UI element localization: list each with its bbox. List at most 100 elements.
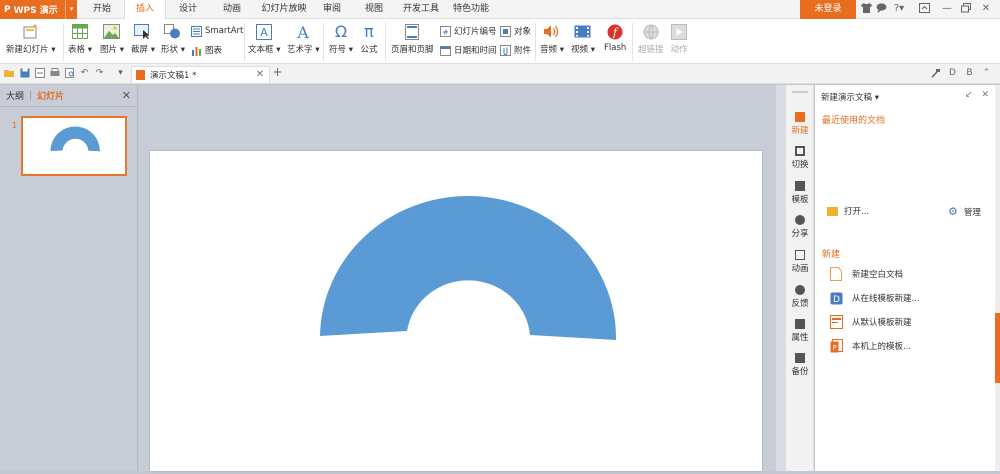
maximize-icon[interactable] [960, 3, 972, 15]
document-tab[interactable]: 演示文稿1 * ✕ [131, 66, 270, 83]
app-menu-button[interactable]: P WPS 演示 ▾ [0, 0, 77, 19]
screenshot-icon [134, 23, 152, 40]
object-button[interactable]: 对象 [500, 24, 531, 38]
vertical-scrollbar[interactable] [776, 85, 786, 471]
wordart-button[interactable]: A 艺术字 ▾ [287, 23, 319, 56]
tab-design[interactable]: 设计 [168, 0, 208, 19]
tab-home[interactable]: 开始 [82, 0, 122, 19]
hammer-icon[interactable] [930, 68, 941, 79]
help-icon[interactable]: ?▾ [891, 3, 907, 15]
chart-button[interactable]: 图表 [191, 43, 222, 57]
new-blank-document-button[interactable]: 新建空白文档 [829, 267, 903, 281]
letter-d-icon[interactable]: D [947, 68, 958, 79]
title-bar: P WPS 演示 ▾ 开始 插入 设计 动画 幻灯片放映 审阅 视图 开发工具 … [0, 0, 1000, 20]
tab-insert[interactable]: 插入 [124, 0, 166, 20]
audio-button[interactable]: 音频 ▾ [540, 23, 564, 55]
slide-thumbnail[interactable] [21, 116, 127, 176]
action-button[interactable]: 动作 [670, 23, 688, 55]
sidebar-item-new[interactable]: 新建 [786, 112, 814, 136]
ribbon-separator [244, 23, 245, 61]
film-icon [574, 23, 592, 40]
wordart-icon: A [294, 23, 312, 40]
new-from-online-template-button[interactable]: D 从在线模板新建... [829, 291, 920, 305]
block-arc-shape[interactable] [150, 151, 762, 471]
open-folder-icon[interactable] [4, 68, 15, 79]
svg-text:A: A [260, 26, 268, 39]
collapse-ribbon-icon[interactable]: ⌃ [981, 68, 992, 79]
tab-view[interactable]: 视图 [356, 0, 392, 19]
close-icon[interactable]: ✕ [980, 3, 992, 15]
smartart-button[interactable]: SmartArt [191, 24, 243, 38]
letter-b-icon[interactable]: B [964, 68, 975, 79]
hyperlink-label: 超链接 [638, 45, 664, 55]
table-button[interactable]: 表格 ▾ [68, 23, 92, 55]
minimize-icon[interactable]: — [941, 3, 953, 15]
print-preview-icon[interactable] [64, 68, 75, 79]
slide-canvas[interactable] [150, 151, 762, 471]
screenshot-button[interactable]: 截屏 ▾ [131, 23, 155, 55]
task-pane-scrollbar[interactable] [995, 85, 1000, 471]
local-templates-button[interactable]: P 本机上的模板... [829, 339, 911, 353]
sidebar-item-share[interactable]: 分享 [786, 215, 814, 239]
print-icon[interactable] [49, 68, 60, 79]
login-button[interactable]: 未登录 [800, 0, 856, 19]
restore-ribbon-icon[interactable] [918, 3, 930, 15]
new-from-default-template-button[interactable]: 从默认模板新建 [829, 315, 912, 329]
new-slide-button[interactable]: 新建幻灯片 ▾ [6, 23, 55, 55]
formula-button[interactable]: π 公式 [360, 22, 378, 55]
picture-button[interactable]: 图片 ▾ [100, 23, 124, 55]
shape-button[interactable]: 形状 ▾ [161, 23, 185, 55]
sidebar-item-animation[interactable]: 动画 [786, 250, 814, 274]
redo-icon[interactable]: ↷ [94, 68, 105, 79]
open-button[interactable]: 打开... [827, 205, 869, 217]
sidebar-item-backup[interactable]: 备份 [786, 353, 814, 377]
symbol-button[interactable]: Ω 符号 ▾ [329, 22, 353, 55]
tab-review[interactable]: 审阅 [314, 0, 350, 19]
manage-button[interactable]: ⚙ 管理 [948, 205, 981, 218]
gear-icon: ⚙ [948, 205, 958, 218]
attachment-button[interactable]: 附件 [500, 43, 531, 57]
slide-number-button[interactable]: # 幻灯片编号 [440, 24, 497, 38]
shirt-icon[interactable] [860, 3, 872, 15]
date-time-button[interactable]: 日期和时间 [440, 43, 497, 57]
slides-tab[interactable]: 幻灯片 [37, 89, 64, 102]
flash-button[interactable]: f Flash [604, 23, 626, 53]
pane-close-icon[interactable]: ✕ [981, 90, 989, 100]
new-slide-label: 新建幻灯片 [6, 45, 49, 55]
tab-developer[interactable]: 开发工具 [398, 0, 444, 19]
play-action-icon [670, 23, 688, 40]
task-pane-scroll-thumb[interactable] [995, 313, 1000, 383]
document-close-icon[interactable]: ✕ [256, 69, 264, 80]
tab-animation[interactable]: 动画 [212, 0, 252, 19]
new-tab-icon[interactable]: + [272, 66, 283, 78]
sidebar-item-properties[interactable]: 属性 [786, 319, 814, 343]
outline-tab[interactable]: 大纲 [6, 89, 24, 102]
panel-close-icon[interactable]: ✕ [122, 89, 131, 102]
blank-document-icon [829, 267, 843, 281]
attachment-icon [500, 44, 511, 56]
object-icon [500, 25, 511, 37]
sidebar-item-template[interactable]: 模板 [786, 181, 814, 205]
ribbon-insert: 新建幻灯片 ▾ 表格 ▾ 图片 ▾ 截屏 ▾ 形状 ▾ SmartArt 图表 … [0, 19, 1000, 64]
video-button[interactable]: 视频 ▾ [571, 23, 595, 55]
customize-dropdown-icon[interactable]: ▾ [115, 68, 126, 79]
picture-icon [103, 23, 121, 40]
textbox-button[interactable]: A 文本框 ▾ [248, 23, 280, 55]
undo-icon[interactable]: ↶ [79, 68, 90, 79]
sidebar-item-switch[interactable]: 切换 [786, 146, 814, 170]
sidebar-item-feedback[interactable]: 反馈 [786, 285, 814, 309]
chat-icon[interactable] [875, 3, 887, 15]
document-tab-title: 演示文稿1 * [150, 71, 197, 81]
tab-slideshow[interactable]: 幻灯片放映 [256, 0, 312, 19]
hyperlink-button[interactable]: 超链接 [638, 23, 664, 55]
new-icon [795, 112, 805, 122]
tab-features[interactable]: 特色功能 [448, 0, 494, 19]
save-icon[interactable] [19, 68, 30, 79]
grip-handle[interactable] [792, 91, 808, 93]
pane-dock-icon[interactable]: ↙ [965, 90, 973, 100]
header-footer-button[interactable]: 页眉和页脚 [391, 23, 434, 55]
app-menu-dropdown-icon[interactable]: ▾ [65, 0, 77, 19]
pane-title[interactable]: 新建演示文稿 ▾ [821, 91, 879, 103]
textbox-icon: A [255, 23, 273, 40]
save-as-icon[interactable] [34, 68, 45, 79]
